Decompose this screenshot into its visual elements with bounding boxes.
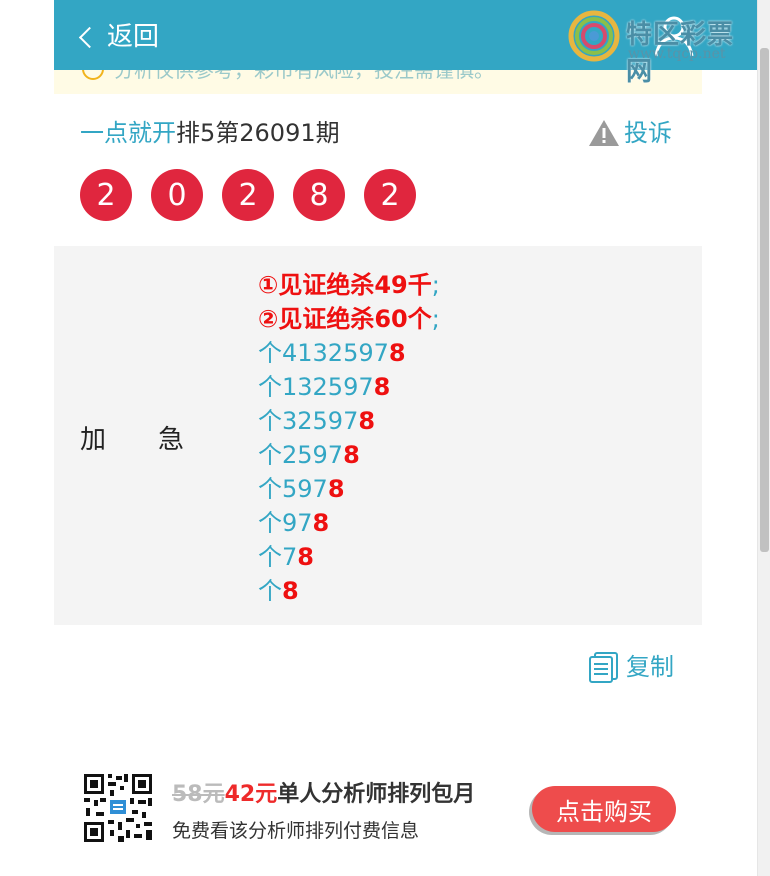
buy-button[interactable]: 点击购买	[532, 786, 676, 832]
scrollbar[interactable]	[757, 0, 770, 876]
line-prefix: 个597	[258, 475, 328, 503]
prediction-line: 个8	[258, 574, 440, 608]
prediction-line: 个78	[258, 540, 440, 574]
promo-subtitle: 免费看该分析师排列付费信息	[172, 820, 420, 842]
analyst-name[interactable]: 一点就开	[80, 119, 176, 147]
scrollbar-thumb[interactable]	[760, 48, 769, 552]
prediction-lines: ①见证绝杀49千; ②见证绝杀60个; 个41325978 个1325978 个…	[258, 268, 440, 608]
page: 分析仅供参考，彩市有风险，投注需谨慎。 返回 一点就开排5第26091期 投诉 …	[0, 0, 757, 876]
prediction-line: 个978	[258, 506, 440, 540]
site-watermark: 特区彩票网 www.tqcp.net	[568, 8, 758, 87]
line-main: ②见证绝杀60个	[258, 305, 432, 333]
line-last-digit: 8	[358, 407, 376, 435]
number-ball: 8	[293, 169, 345, 221]
draw-title: 一点就开排5第26091期	[80, 116, 340, 150]
copy-label: 复制	[626, 653, 674, 681]
line-last-digit: 8	[282, 577, 299, 605]
issue-title: 排5第26091期	[176, 119, 340, 147]
number-ball: 2	[222, 169, 274, 221]
qr-code-icon	[82, 772, 154, 844]
prediction-line: 个5978	[258, 472, 440, 506]
line-prefix: 个2597	[258, 441, 344, 469]
site-logo-icon	[568, 10, 620, 62]
category-label-right: 急	[158, 425, 185, 455]
line-prefix: 个7	[258, 543, 298, 571]
plan-name: 单人分析师排列包月	[277, 782, 476, 807]
line-suffix: ;	[431, 305, 440, 333]
watermark-url: www.tqcp.net	[628, 46, 726, 62]
back-button[interactable]: 返回	[78, 20, 160, 54]
line-last-digit: 8	[327, 475, 345, 503]
subscription-promo: 58元42元单人分析师排列包月 免费看该分析师排列付费信息 点击购买	[82, 772, 682, 844]
line-last-digit: 8	[373, 373, 391, 401]
new-price: 42元	[224, 782, 278, 807]
prediction-line: 个41325978	[258, 336, 440, 370]
number-ball: 0	[151, 169, 203, 221]
line-main: ①见证绝杀49千	[258, 271, 432, 299]
complain-button[interactable]: 投诉	[588, 116, 672, 150]
number-ball: 2	[80, 169, 132, 221]
prediction-content: 加 急 ①见证绝杀49千; ②见证绝杀60个; 个41325978 个13259…	[54, 246, 702, 625]
complain-label: 投诉	[624, 119, 672, 147]
line-prefix: 个32597	[258, 407, 359, 435]
chevron-left-icon	[78, 26, 101, 48]
prediction-line: 个1325978	[258, 370, 440, 404]
line-last-digit: 8	[297, 543, 314, 571]
number-ball: 2	[364, 169, 416, 221]
line-prefix: 个	[258, 577, 282, 605]
line-prefix: 个4132597	[258, 339, 389, 367]
line-suffix: ;	[431, 271, 440, 299]
copy-icon	[589, 652, 618, 683]
line-last-digit: 8	[388, 339, 406, 367]
winning-numbers: 2 0 2 8 2	[80, 169, 435, 221]
prediction-line: 个325978	[258, 404, 440, 438]
line-last-digit: 8	[312, 509, 330, 537]
prediction-line: ②见证绝杀60个;	[258, 302, 440, 336]
copy-button[interactable]: 复制	[588, 650, 674, 684]
warning-icon	[589, 120, 619, 146]
line-prefix: 个97	[258, 509, 313, 537]
prediction-line: ①见证绝杀49千;	[258, 268, 440, 302]
line-prefix: 个132597	[258, 373, 374, 401]
back-label: 返回	[107, 22, 160, 52]
promo-title: 58元42元单人分析师排列包月	[172, 776, 475, 808]
line-last-digit: 8	[343, 441, 360, 469]
prediction-line: 个25978	[258, 438, 440, 472]
category-label-left: 加	[80, 425, 107, 455]
old-price: 58元	[172, 782, 225, 807]
